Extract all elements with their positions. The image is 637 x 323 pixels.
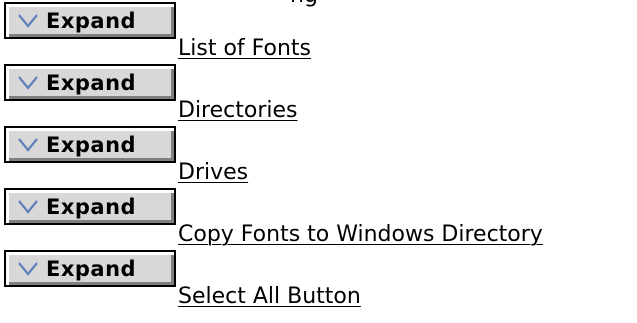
expand-row-copy-fonts: Expand Copy Fonts to Windows Directory: [4, 188, 632, 250]
expand-button-directories[interactable]: Expand: [4, 64, 176, 101]
expand-button-list-of-fonts[interactable]: Expand: [4, 2, 176, 39]
expand-button-label: Expand: [46, 9, 137, 33]
expand-button-label: Expand: [46, 195, 137, 219]
list-of-fonts-link[interactable]: List of Fonts: [178, 36, 311, 61]
chevron-down-icon: [18, 14, 38, 28]
expand-row-directories: Expand Directories: [4, 64, 632, 126]
directories-link[interactable]: Directories: [178, 98, 298, 123]
expand-row-drives: Expand Drives: [4, 126, 632, 188]
copy-fonts-link[interactable]: Copy Fonts to Windows Directory: [178, 222, 543, 247]
drives-link[interactable]: Drives: [178, 160, 248, 185]
expand-row-list-of-fonts: Expand List of Fonts: [4, 2, 632, 64]
chevron-down-icon: [18, 76, 38, 90]
chevron-down-icon: [18, 200, 38, 214]
expand-button-label: Expand: [46, 257, 137, 281]
expand-button-copy-fonts[interactable]: Expand: [4, 188, 176, 225]
expand-button-label: Expand: [46, 133, 137, 157]
chevron-down-icon: [18, 262, 38, 276]
chevron-down-icon: [18, 138, 38, 152]
help-expand-list: ng Expand List of Fonts Expand Directori…: [0, 0, 637, 323]
expand-row-select-all: Expand Select All Button: [4, 250, 632, 312]
expand-button-select-all[interactable]: Expand: [4, 250, 176, 287]
expand-button-drives[interactable]: Expand: [4, 126, 176, 163]
select-all-button-link[interactable]: Select All Button: [178, 284, 361, 309]
expand-button-label: Expand: [46, 71, 137, 95]
